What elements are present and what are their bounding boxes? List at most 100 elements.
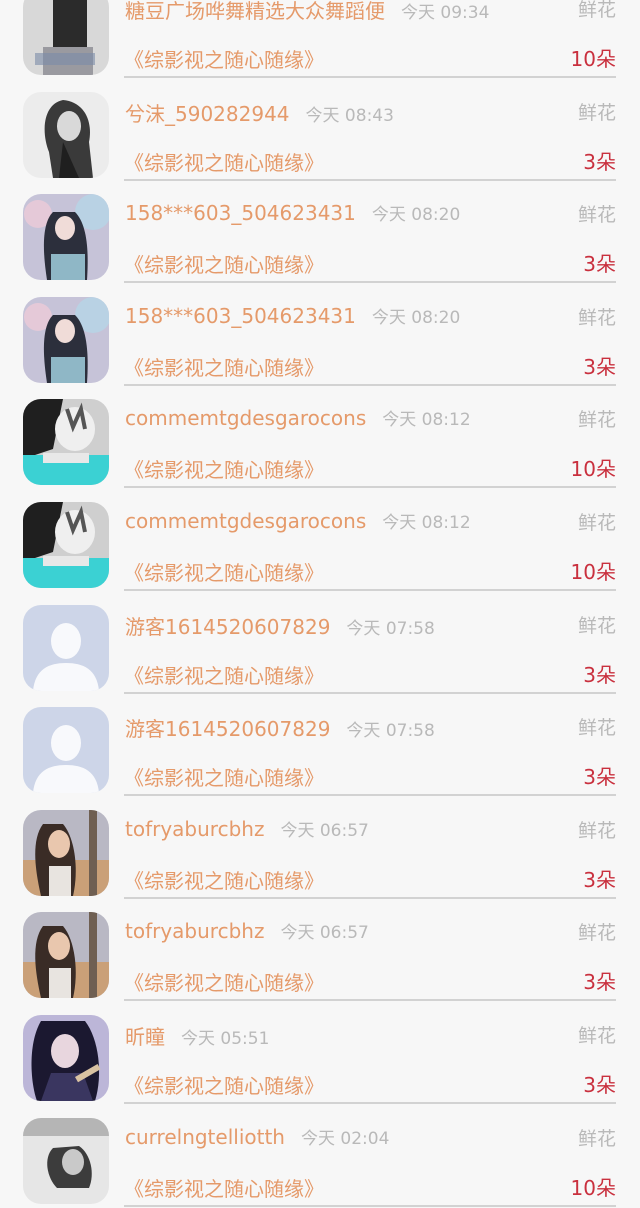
row-divider [124,76,616,78]
gift-list-item[interactable]: commemtgdesgarocons 今天 08:12 鲜花《综影视之随心随缘》 1… [0,387,640,490]
work-title-link[interactable]: 《综影视之随心随缘》 [124,660,324,689]
sender-name-row: 兮沫_590282944 今天 08:43 [125,98,394,127]
gift-list-item[interactable]: 昕瞳 今天 05:51 鲜花《综影视之随心随缘》 3朵 [0,1003,640,1106]
send-time: 今天 05:51 [181,1028,270,1049]
work-title-link[interactable]: 《综影视之随心随缘》 [124,454,324,483]
work-title-link[interactable]: 《综影视之随心随缘》 [124,44,324,73]
avatar[interactable] [23,91,109,178]
sender-name[interactable]: commemtgdesgarocons [125,406,366,430]
gift-list: 糖豆广场哗舞精选大众舞蹈便 今天 09:34 鲜花 《综影视之随心随缘》 10朵 兮沫_5… [0,0,640,1208]
gift-list-item[interactable]: 游客1614520607829 今天 07:58 鲜花《综影视之随心随缘》 3朵 [0,695,640,798]
work-title-link[interactable]: 《综影视之随心随缘》 [124,147,324,176]
gift-count: 10朵 [570,47,616,71]
send-time: 今天 08:12 [382,410,471,431]
sender-name-row: 昕瞳 今天 05:51 [125,1021,269,1050]
gift-count: 3朵 [583,765,616,790]
sender-name-row: commemtgdesgarocons 今天 08:12 [125,508,471,533]
row-divider [124,383,616,386]
work-title-link[interactable]: 《综影视之随心随缘》 [124,865,324,894]
row-divider [124,178,616,181]
send-time: 今天 07:58 [346,618,435,639]
row-divider [124,896,616,899]
send-time: 今天 08:20 [371,307,461,328]
sender-name-row: 158***603_504623431 今天 08:20 [125,200,460,225]
row-divider [124,999,616,1002]
sender-name[interactable]: 游客1614520607829 [125,717,330,741]
row-divider [124,486,616,489]
gift-count: 3朵 [583,1072,616,1097]
sender-name[interactable]: 昕瞳 [125,1025,165,1049]
avatar[interactable] [23,809,109,896]
avatar[interactable] [23,296,109,383]
avatar[interactable] [23,399,109,486]
gift-type-label: 鲜花 [577,0,616,21]
sender-name-row: tofryaburcbhz 今天 06:57 [125,918,369,943]
gift-list-item[interactable]: 158***603_504623431 今天 08:20 鲜花《综影视之随心随缘》 3… [0,285,640,388]
avatar[interactable] [23,912,109,999]
gift-type-label: 鲜花 [577,409,616,432]
gift-type-label: 鲜花 [577,511,616,534]
work-title-link[interactable]: 《综影视之随心随缘》 [124,249,324,278]
send-time: 今天 09:34 [401,3,490,23]
avatar[interactable] [23,1117,109,1204]
gift-count: 10朵 [570,1175,616,1200]
sender-name[interactable]: 158***603_504623431 [125,304,356,328]
sender-name[interactable]: 游客1614520607829 [125,615,330,639]
gift-type-label: 鲜花 [577,306,616,329]
avatar[interactable] [23,1014,109,1101]
gift-type-label: 鲜花 [577,922,616,945]
sender-name[interactable]: tofryaburcbhz [125,817,264,841]
send-time: 今天 02:04 [300,1128,390,1149]
gift-count: 10朵 [570,457,616,482]
sender-name[interactable]: 兮沫_590282944 [125,102,290,126]
sender-name[interactable]: 糖豆广场哗舞精选大众舞蹈便 [125,0,385,23]
gift-type-label: 鲜花 [577,717,616,740]
gift-count: 10朵 [570,559,616,584]
sender-name-row: tofryaburcbhz 今天 06:57 [125,816,369,841]
gift-type-label: 鲜花 [577,614,616,637]
gift-list-item[interactable]: 158***603_504623431 今天 08:20 鲜花 《综影视之随心随缘》 3… [0,182,640,285]
send-time: 今天 08:20 [371,205,461,226]
gift-list-item[interactable]: tofryaburcbhz 今天 06:57 鲜花 《综影视之随心随缘》 3朵 [0,798,640,901]
sender-name[interactable]: tofryaburcbhz [125,919,264,943]
work-title-link[interactable]: 《综影视之随心随缘》 [124,557,324,586]
row-divider [124,794,616,797]
gift-count: 3朵 [583,252,616,277]
sender-name-row: 游客1614520607829 今天 07:58 [125,611,435,640]
sender-name[interactable]: 158***603_504623431 [125,201,356,225]
send-time: 今天 08:12 [382,512,471,533]
send-time: 今天 06:57 [280,820,369,841]
avatar[interactable] [23,501,109,588]
sender-name[interactable]: currelngtelliotth [125,1125,285,1149]
gift-type-label: 鲜花 [577,101,616,124]
send-time: 今天 06:57 [280,923,369,944]
gift-list-item[interactable]: 糖豆广场哗舞精选大众舞蹈便 今天 09:34 鲜花《综影视之随心随缘》 10朵 [0,0,640,80]
sender-name-row: 游客1614520607829 今天 07:58 [125,713,435,742]
avatar[interactable] [23,0,109,75]
sender-name-row: commemtgdesgarocons 今天 08:12 [125,405,471,430]
sender-name-row: currelngtelliotth 今天 02:04 [125,1124,389,1149]
gift-count: 3朵 [583,354,616,379]
row-divider [124,1204,616,1207]
gift-list-item[interactable]: currelngtelliotth 今天 02:04 鲜花 《综影视之随心随缘》 10朵 [0,1106,640,1208]
send-time: 今天 07:58 [346,721,435,742]
row-divider [124,588,616,591]
row-divider [124,691,616,694]
row-divider [124,281,616,284]
gift-list-item[interactable]: tofryaburcbhz 今天 06:57 鲜花 《综影视之随心随缘》 3朵 [0,900,640,1003]
avatar[interactable] [23,707,109,794]
work-title-link[interactable]: 《综影视之随心随缘》 [124,762,324,791]
avatar[interactable] [23,604,109,691]
work-title-link[interactable]: 《综影视之随心随缘》 [124,352,324,381]
gift-list-item[interactable]: 兮沫_590282944 今天 08:43 鲜花 《综影视之随心随缘》 3朵 [0,80,640,183]
gift-list-item[interactable]: commemtgdesgarocons 今天 08:12 鲜花《综影视之随心随缘》 1… [0,490,640,593]
row-divider [124,1101,616,1104]
sender-name[interactable]: commemtgdesgarocons [125,509,366,533]
work-title-link[interactable]: 《综影视之随心随缘》 [124,967,324,996]
gift-type-label: 鲜花 [577,1024,616,1047]
gift-list-item[interactable]: 游客1614520607829 今天 07:58 鲜花 《综影视之随心随缘》 3朵 [0,593,640,696]
avatar[interactable] [23,194,109,281]
gift-count: 3朵 [583,867,616,892]
work-title-link[interactable]: 《综影视之随心随缘》 [124,1173,324,1202]
work-title-link[interactable]: 《综影视之随心随缘》 [124,1070,324,1099]
